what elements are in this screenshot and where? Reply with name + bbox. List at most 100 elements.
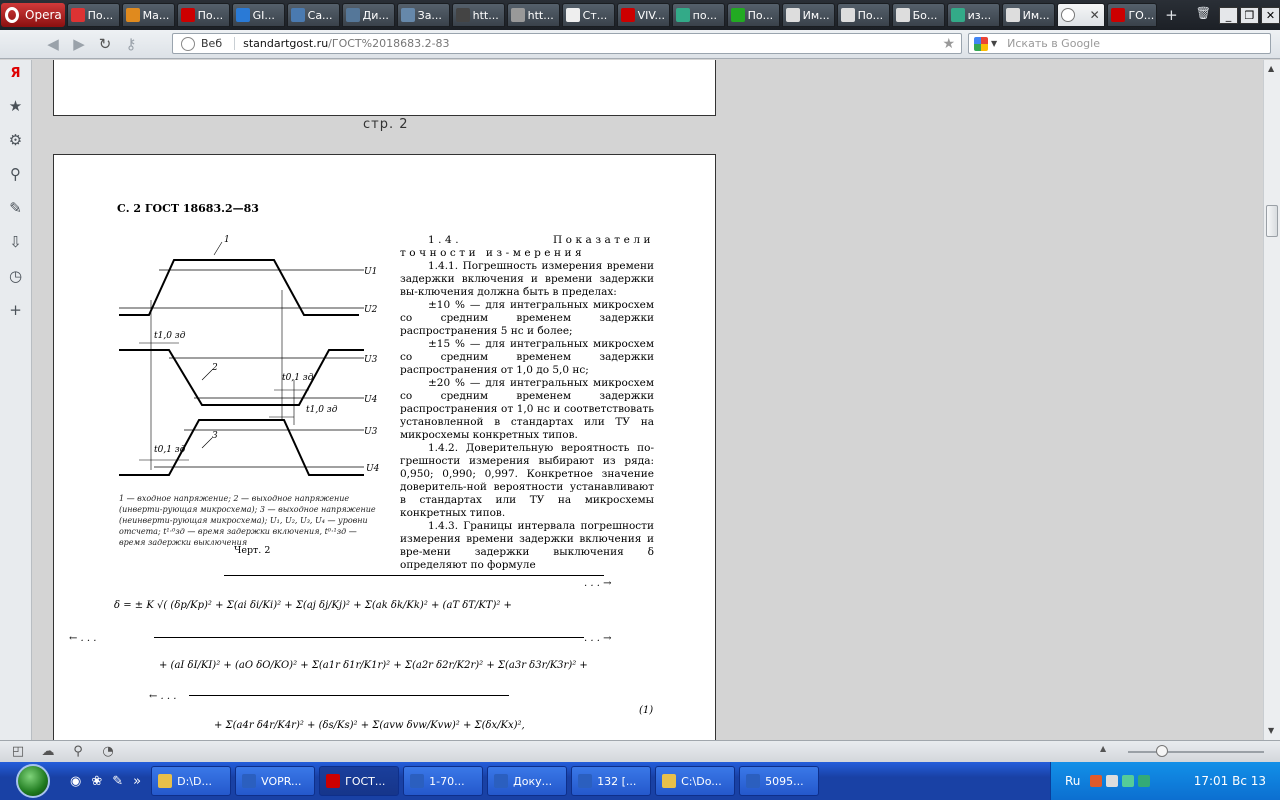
tab-6[interactable]: За... xyxy=(396,3,450,27)
label-u3a: U3 xyxy=(364,355,378,365)
tab-label: Ма... xyxy=(142,8,170,22)
tab-label: По... xyxy=(857,8,884,22)
add-tab-icon[interactable]: + xyxy=(1165,6,1178,24)
task-label: Доку... xyxy=(513,774,553,788)
language-indicator[interactable]: Ru xyxy=(1065,774,1080,788)
opera-menu-button[interactable]: Opera xyxy=(1,3,65,27)
notepad-icon[interactable]: ✎ xyxy=(112,774,123,789)
tab-4[interactable]: Са... xyxy=(286,3,340,27)
scheme-label: Веб xyxy=(201,37,236,50)
scroll-thumb[interactable] xyxy=(1266,205,1278,237)
back-button[interactable]: ◀ xyxy=(40,35,66,53)
minimize-button[interactable]: _ xyxy=(1218,6,1238,24)
turbo-icon[interactable]: ☁ xyxy=(38,744,58,759)
search-field[interactable]: ▼ Искать в Google xyxy=(968,33,1271,54)
tab-11[interactable]: по... xyxy=(671,3,725,27)
tab-0[interactable]: По... xyxy=(66,3,120,27)
curve-1 xyxy=(119,259,359,316)
tab-8[interactable]: htt... xyxy=(506,3,560,27)
unite-status-icon[interactable]: ⚲ xyxy=(68,744,88,759)
settings-icon[interactable]: ⚙ xyxy=(9,131,22,149)
chevron-down-icon[interactable]: ▼ xyxy=(991,39,997,48)
more-icon[interactable]: » xyxy=(133,774,141,789)
tab-13[interactable]: Им... xyxy=(781,3,835,27)
taskbar-button[interactable]: ГОСТ... xyxy=(319,766,400,796)
close-window-button[interactable]: ✕ xyxy=(1260,6,1280,24)
taskbar-button[interactable]: C:\Do... xyxy=(655,766,736,796)
tab-17[interactable]: Им... xyxy=(1001,3,1055,27)
tab-12[interactable]: По... xyxy=(726,3,780,27)
tab-favicon xyxy=(785,8,800,22)
scroll-down-icon[interactable]: ▼ xyxy=(1268,726,1274,735)
system-tray: Ru 17:01 Вс 13 xyxy=(1050,762,1280,800)
yandex-icon[interactable]: Я xyxy=(10,66,20,81)
history-icon[interactable]: ◷ xyxy=(9,267,22,285)
taskbar-button[interactable]: VOPR... xyxy=(235,766,316,796)
taskbar-button[interactable]: 5095... xyxy=(739,766,820,796)
tab-1[interactable]: Ма... xyxy=(121,3,175,27)
tab-favicon xyxy=(455,8,470,22)
zoom-slider-knob[interactable] xyxy=(1156,745,1168,757)
task-app-icon xyxy=(578,774,593,788)
tray-app-icon[interactable] xyxy=(1090,775,1103,787)
tab-14[interactable]: По... xyxy=(836,3,890,27)
tab-favicon xyxy=(675,8,690,22)
taskbar-button[interactable]: D:\D... xyxy=(151,766,232,796)
tab-active[interactable]: ✕ xyxy=(1056,3,1106,27)
tab-favicon xyxy=(730,8,745,22)
tray-network-icon[interactable] xyxy=(1122,775,1135,787)
taskbar-button[interactable]: Доку... xyxy=(487,766,568,796)
timing-diagram: 1 2 3 U1 U2 U3 U4 U3 U4 t1,0 зд t0,1 зд … xyxy=(119,235,380,476)
tab-16[interactable]: из... xyxy=(946,3,1000,27)
speed-dial-icon[interactable]: ◔ xyxy=(98,744,118,759)
downloads-icon[interactable]: ⇩ xyxy=(9,233,22,251)
formula-line-3: + (aI δI/KI)² + (aO δO/KO)² + Σ(a1r δ1r/… xyxy=(159,660,588,671)
wand-key-button[interactable]: ⚷ xyxy=(118,35,144,53)
start-button[interactable] xyxy=(16,764,50,798)
panel-toggle-icon[interactable]: ◰ xyxy=(8,744,28,759)
taskbar-button[interactable]: 132 [... xyxy=(571,766,652,796)
label-u2: U2 xyxy=(364,305,378,315)
paragraph: 1.4.1. Погрешность измерения времени зад… xyxy=(400,260,654,298)
add-panel-icon[interactable]: + xyxy=(9,301,22,319)
close-tab-icon[interactable]: ✕ xyxy=(1090,8,1100,22)
tab-7[interactable]: htt... xyxy=(451,3,505,27)
tray-update-icon[interactable] xyxy=(1138,775,1151,787)
task-app-icon xyxy=(410,774,425,788)
tab-5[interactable]: Ди... xyxy=(341,3,395,27)
label-u1: U1 xyxy=(364,267,377,277)
label-t01b: t0,1 зд xyxy=(154,445,186,455)
tray-volume-icon[interactable] xyxy=(1106,775,1119,787)
forward-button[interactable]: ▶ xyxy=(66,35,92,53)
tab-15[interactable]: Бо... xyxy=(891,3,945,27)
sqrt-bar xyxy=(224,575,604,576)
tab-2[interactable]: По... xyxy=(176,3,230,27)
tab-gost[interactable]: ГО... xyxy=(1107,3,1158,27)
butterfly-icon[interactable]: ❀ xyxy=(91,774,102,789)
maximize-button[interactable]: ❐ xyxy=(1239,6,1259,24)
zoom-up-icon[interactable]: ▲ xyxy=(1100,744,1106,753)
paragraph: ±20 % — для интегральных микросхем со ср… xyxy=(400,377,654,441)
tab-9[interactable]: Ст... xyxy=(561,3,615,27)
notes-icon[interactable]: ✎ xyxy=(9,199,22,217)
taskbar-button[interactable]: 1-70... xyxy=(403,766,484,796)
bookmarks-icon[interactable]: ★ xyxy=(9,97,22,115)
reload-button[interactable]: ↻ xyxy=(92,35,118,53)
avast-icon[interactable]: ◉ xyxy=(70,774,81,789)
address-toolbar: ◀ ▶ ↻ ⚷ Веб standartgost.ru /ГОСТ%201868… xyxy=(0,30,1280,59)
tab-3[interactable]: GI... xyxy=(231,3,285,27)
zoom-slider-track[interactable] xyxy=(1128,751,1264,753)
tab-favicon xyxy=(180,8,195,22)
url-field[interactable]: Веб standartgost.ru /ГОСТ%2018683.2-83 ★ xyxy=(172,33,962,54)
fraction-bar-2 xyxy=(189,695,509,696)
vertical-scrollbar[interactable]: ▲ ▼ xyxy=(1263,60,1280,740)
unite-icon[interactable]: ⚲ xyxy=(10,165,21,183)
tab-favicon xyxy=(1005,8,1020,22)
task-label: 1-70... xyxy=(429,774,465,788)
tab-10[interactable]: VIV... xyxy=(616,3,670,27)
bookmark-star-icon[interactable]: ★ xyxy=(942,36,955,52)
tab-bar: Opera По... Ма... По... GI... Са... Ди... За..… xyxy=(0,0,1280,30)
label-curve-1: 1 xyxy=(224,235,230,245)
scroll-up-icon[interactable]: ▲ xyxy=(1268,64,1274,73)
trash-icon[interactable]: 🗑 xyxy=(1196,6,1211,24)
